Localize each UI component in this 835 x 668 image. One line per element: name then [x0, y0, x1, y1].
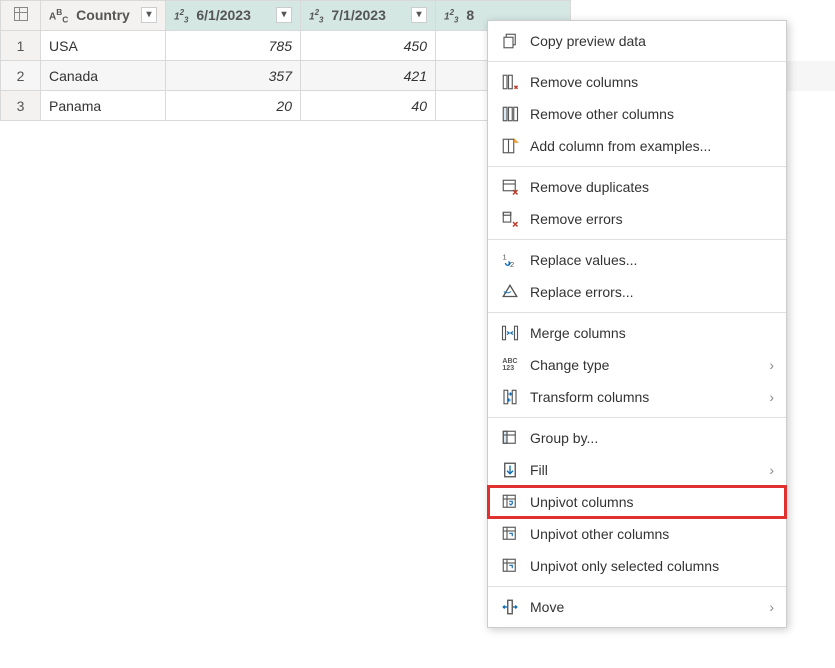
menu-label: Unpivot only selected columns: [530, 558, 774, 574]
column-header-date2[interactable]: 123 7/1/2023: [301, 1, 436, 31]
copy-icon: [500, 31, 520, 51]
chevron-right-icon: ›: [769, 389, 774, 405]
cell-country[interactable]: USA: [41, 31, 166, 61]
row-number: 3: [1, 91, 41, 121]
remove-duplicates-icon: [500, 177, 520, 197]
transform-columns-icon: [500, 387, 520, 407]
row-number: 1: [1, 31, 41, 61]
text-type-icon: ABC: [49, 8, 68, 24]
column-label: 8: [466, 7, 474, 23]
menu-replace-errors[interactable]: Replace errors...: [488, 276, 786, 308]
cell-value[interactable]: 450: [301, 31, 436, 61]
svg-text:2: 2: [510, 260, 514, 269]
move-icon: [500, 597, 520, 617]
number-type-icon: 123: [444, 8, 458, 24]
menu-label: Remove other columns: [530, 106, 774, 122]
chevron-right-icon: ›: [769, 462, 774, 478]
group-by-icon: [500, 428, 520, 448]
table-corner[interactable]: [1, 1, 41, 31]
filter-dropdown-icon[interactable]: [141, 7, 157, 23]
menu-separator: [488, 312, 786, 313]
menu-label: Add column from examples...: [530, 138, 774, 154]
menu-unpivot-columns[interactable]: Unpivot columns: [488, 486, 786, 518]
menu-separator: [488, 417, 786, 418]
menu-label: Unpivot columns: [530, 494, 774, 510]
menu-label: Remove columns: [530, 74, 774, 90]
menu-label: Unpivot other columns: [530, 526, 774, 542]
menu-fill[interactable]: Fill ›: [488, 454, 786, 486]
cell-value[interactable]: 20: [166, 91, 301, 121]
menu-unpivot-selected-columns[interactable]: Unpivot only selected columns: [488, 550, 786, 582]
menu-remove-columns[interactable]: Remove columns: [488, 66, 786, 98]
column-header-country[interactable]: ABC Country: [41, 1, 166, 31]
menu-label: Replace errors...: [530, 284, 774, 300]
row-number: 2: [1, 61, 41, 91]
column-label: Country: [76, 7, 130, 23]
column-label: 6/1/2023: [196, 7, 251, 23]
menu-group-by[interactable]: Group by...: [488, 422, 786, 454]
menu-remove-errors[interactable]: Remove errors: [488, 203, 786, 235]
menu-label: Copy preview data: [530, 33, 774, 49]
menu-label: Remove duplicates: [530, 179, 774, 195]
chevron-right-icon: ›: [769, 599, 774, 615]
menu-remove-duplicates[interactable]: Remove duplicates: [488, 171, 786, 203]
cell-value[interactable]: 785: [166, 31, 301, 61]
cell-value[interactable]: 421: [301, 61, 436, 91]
add-column-icon: [500, 136, 520, 156]
unpivot-other-icon: [500, 524, 520, 544]
menu-add-column-examples[interactable]: Add column from examples...: [488, 130, 786, 162]
column-label: 7/1/2023: [331, 7, 386, 23]
menu-label: Group by...: [530, 430, 774, 446]
menu-label: Change type: [530, 357, 761, 373]
remove-errors-icon: [500, 209, 520, 229]
cell-country[interactable]: Canada: [41, 61, 166, 91]
menu-label: Merge columns: [530, 325, 774, 341]
svg-text:1: 1: [503, 252, 507, 261]
replace-values-icon: 12: [500, 250, 520, 270]
context-menu: Copy preview data Remove columns Remove …: [487, 20, 787, 628]
replace-errors-icon: [500, 282, 520, 302]
menu-label: Transform columns: [530, 389, 761, 405]
menu-unpivot-other-columns[interactable]: Unpivot other columns: [488, 518, 786, 550]
filter-dropdown-icon[interactable]: [411, 7, 427, 23]
change-type-icon: ABC123: [500, 355, 520, 375]
remove-other-columns-icon: [500, 104, 520, 124]
menu-merge-columns[interactable]: Merge columns: [488, 317, 786, 349]
menu-separator: [488, 239, 786, 240]
filter-dropdown-icon[interactable]: [276, 7, 292, 23]
menu-copy-preview[interactable]: Copy preview data: [488, 25, 786, 57]
column-header-date1[interactable]: 123 6/1/2023: [166, 1, 301, 31]
menu-separator: [488, 166, 786, 167]
menu-move[interactable]: Move ›: [488, 591, 786, 623]
unpivot-selected-icon: [500, 556, 520, 576]
menu-change-type[interactable]: ABC123 Change type ›: [488, 349, 786, 381]
menu-separator: [488, 61, 786, 62]
unpivot-icon: [500, 492, 520, 512]
chevron-right-icon: ›: [769, 357, 774, 373]
menu-separator: [488, 586, 786, 587]
number-type-icon: 123: [309, 8, 323, 24]
fill-icon: [500, 460, 520, 480]
menu-replace-values[interactable]: 12 Replace values...: [488, 244, 786, 276]
remove-columns-icon: [500, 72, 520, 92]
menu-transform-columns[interactable]: Transform columns ›: [488, 381, 786, 413]
menu-label: Move: [530, 599, 761, 615]
menu-label: Fill: [530, 462, 761, 478]
menu-label: Remove errors: [530, 211, 774, 227]
cell-value[interactable]: 40: [301, 91, 436, 121]
menu-remove-other-columns[interactable]: Remove other columns: [488, 98, 786, 130]
cell-value[interactable]: 357: [166, 61, 301, 91]
cell-country[interactable]: Panama: [41, 91, 166, 121]
table-icon: [14, 7, 28, 21]
merge-columns-icon: [500, 323, 520, 343]
number-type-icon: 123: [174, 8, 188, 24]
menu-label: Replace values...: [530, 252, 774, 268]
